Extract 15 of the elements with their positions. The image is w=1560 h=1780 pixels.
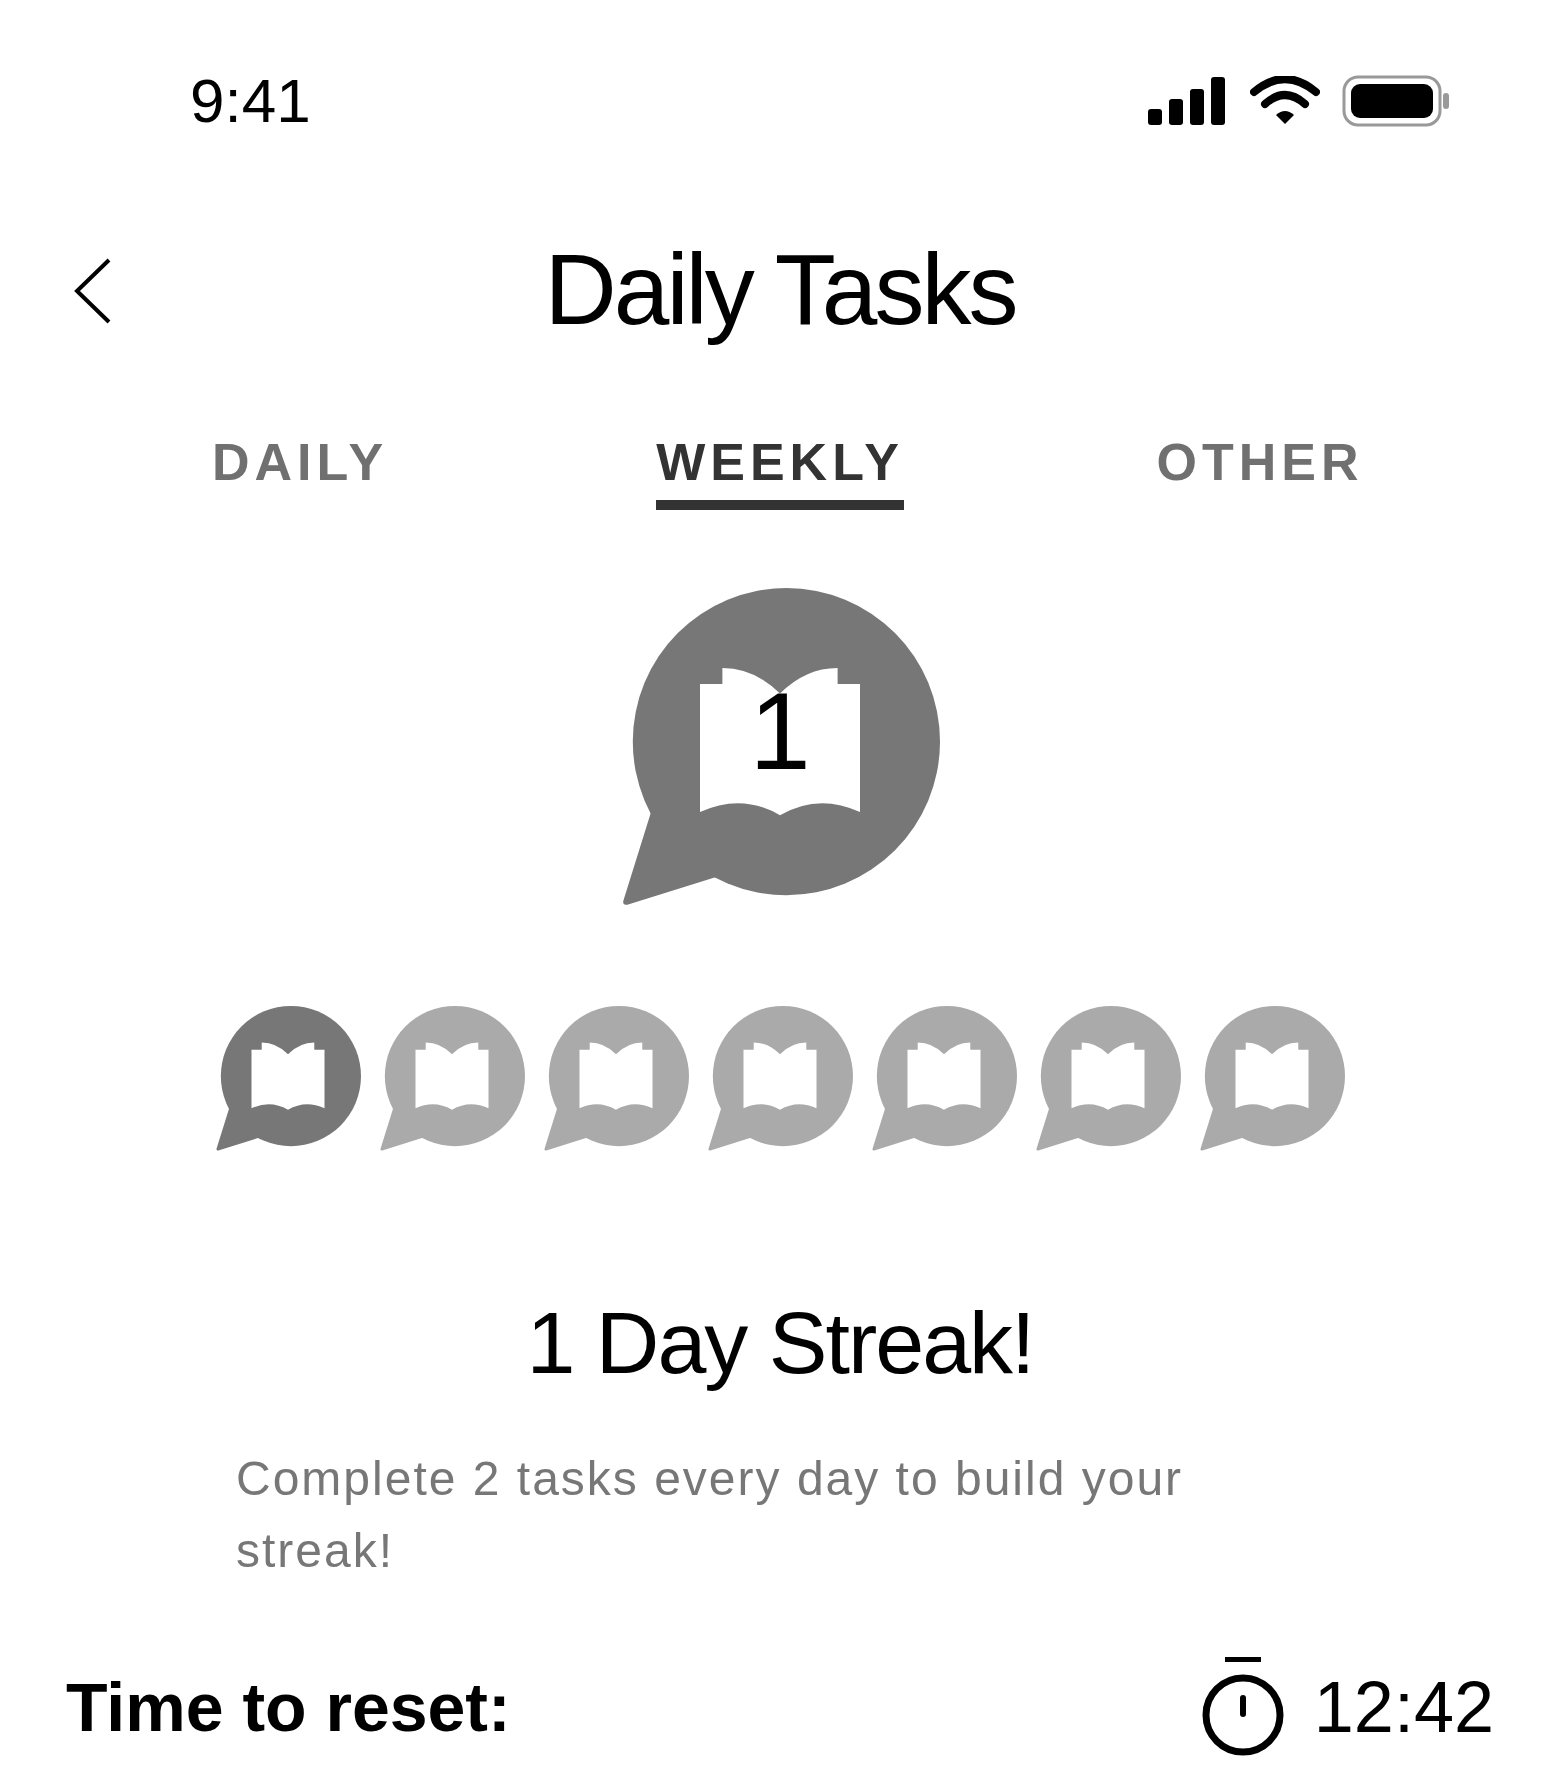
- signal-icon: [1148, 77, 1228, 125]
- back-icon: [73, 258, 113, 324]
- reset-time: 12:42: [1313, 1671, 1494, 1744]
- battery-icon: [1342, 75, 1450, 127]
- tab[interactable]: DAILY: [211, 436, 389, 510]
- streak-count: 1: [748, 676, 812, 786]
- tab[interactable]: OTHER: [1156, 436, 1364, 510]
- streak-description: Complete 2 tasks every day to build your streak!: [236, 1451, 1185, 1580]
- streak-title: 1 Day Streak!: [525, 1292, 1035, 1394]
- streak-badge-icon: [620, 588, 940, 908]
- reset-label: Time to reset:: [66, 1673, 511, 1742]
- tab[interactable]: WEEKLY: [656, 436, 904, 510]
- page-title: Daily Tasks: [544, 232, 1016, 347]
- wifi-icon: [1250, 76, 1320, 126]
- status-time: 9:41: [190, 70, 311, 132]
